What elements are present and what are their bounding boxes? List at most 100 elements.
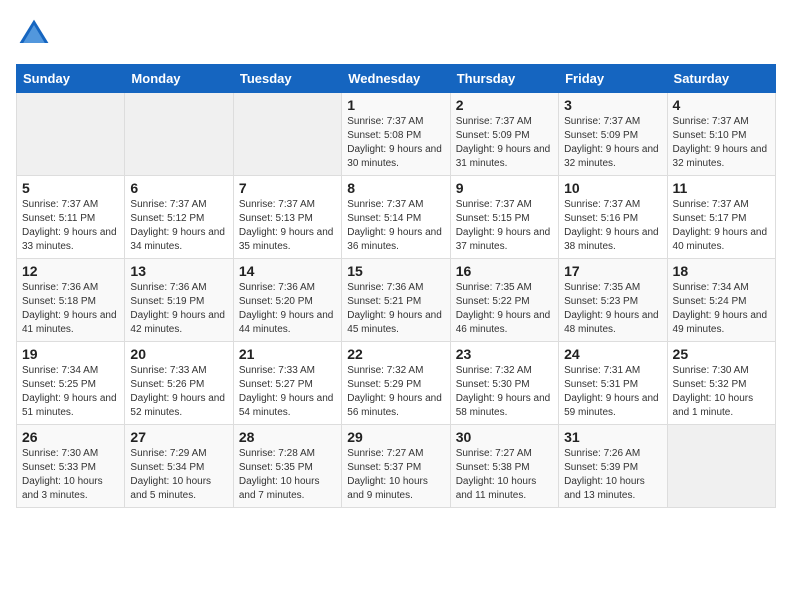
calendar-cell: 25Sunrise: 7:30 AM Sunset: 5:32 PM Dayli… [667, 342, 775, 425]
day-number: 26 [22, 429, 119, 445]
day-number: 9 [456, 180, 553, 196]
day-info: Sunrise: 7:37 AM Sunset: 5:16 PM Dayligh… [564, 198, 661, 254]
day-number: 5 [22, 180, 119, 196]
calendar-cell: 23Sunrise: 7:32 AM Sunset: 5:30 PM Dayli… [450, 342, 558, 425]
day-info: Sunrise: 7:26 AM Sunset: 5:39 PM Dayligh… [564, 447, 661, 503]
day-info: Sunrise: 7:37 AM Sunset: 5:15 PM Dayligh… [456, 198, 553, 254]
day-info: Sunrise: 7:37 AM Sunset: 5:13 PM Dayligh… [239, 198, 336, 254]
day-number: 1 [347, 97, 444, 113]
weekday-row: SundayMondayTuesdayWednesdayThursdayFrid… [17, 65, 776, 93]
day-info: Sunrise: 7:33 AM Sunset: 5:27 PM Dayligh… [239, 364, 336, 420]
calendar-cell: 31 Sunrise: 7:26 AM Sunset: 5:39 PM Dayli… [559, 425, 667, 508]
day-info: Sunrise: 7:36 AM Sunset: 5:20 PM Dayligh… [239, 281, 336, 337]
calendar-body: 1Sunrise: 7:37 AM Sunset: 5:08 PM Daylig… [17, 93, 776, 508]
day-info: Sunrise: 7:29 AM Sunset: 5:34 PM Dayligh… [130, 447, 227, 503]
calendar-cell: 28 Sunrise: 7:28 AM Sunset: 5:35 PM Dayli… [233, 425, 341, 508]
weekday-header: Tuesday [233, 65, 341, 93]
day-info: Sunrise: 7:37 AM Sunset: 5:09 PM Dayligh… [564, 115, 661, 171]
day-info: Sunrise: 7:31 AM Sunset: 5:31 PM Dayligh… [564, 364, 661, 420]
day-number: 2 [456, 97, 553, 113]
day-number: 13 [130, 263, 227, 279]
calendar-cell: 26 Sunrise: 7:30 AM Sunset: 5:33 PM Dayli… [17, 425, 125, 508]
weekday-header: Friday [559, 65, 667, 93]
day-info: Sunrise: 7:34 AM Sunset: 5:24 PM Dayligh… [673, 281, 770, 337]
day-number: 3 [564, 97, 661, 113]
calendar-cell [17, 93, 125, 176]
day-number: 31 [564, 429, 661, 445]
day-number: 24 [564, 346, 661, 362]
calendar-cell: 24 Sunrise: 7:31 AM Sunset: 5:31 PM Dayli… [559, 342, 667, 425]
calendar-week-row: 1Sunrise: 7:37 AM Sunset: 5:08 PM Daylig… [17, 93, 776, 176]
day-number: 7 [239, 180, 336, 196]
calendar-cell: 3 Sunrise: 7:37 AM Sunset: 5:09 PM Daylig… [559, 93, 667, 176]
calendar-cell: 30 Sunrise: 7:27 AM Sunset: 5:38 PM Dayli… [450, 425, 558, 508]
calendar-cell: 20 Sunrise: 7:33 AM Sunset: 5:26 PM Dayli… [125, 342, 233, 425]
day-number: 28 [239, 429, 336, 445]
calendar-week-row: 12 Sunrise: 7:36 AM Sunset: 5:18 PM Dayli… [17, 259, 776, 342]
weekday-header: Monday [125, 65, 233, 93]
day-number: 6 [130, 180, 227, 196]
calendar-cell [667, 425, 775, 508]
calendar-cell: 27Sunrise: 7:29 AM Sunset: 5:34 PM Dayli… [125, 425, 233, 508]
day-info: Sunrise: 7:35 AM Sunset: 5:22 PM Dayligh… [456, 281, 553, 337]
day-info: Sunrise: 7:30 AM Sunset: 5:33 PM Dayligh… [22, 447, 119, 503]
calendar-week-row: 5 Sunrise: 7:37 AM Sunset: 5:11 PM Daylig… [17, 176, 776, 259]
day-info: Sunrise: 7:37 AM Sunset: 5:12 PM Dayligh… [130, 198, 227, 254]
day-number: 11 [673, 180, 770, 196]
weekday-header: Sunday [17, 65, 125, 93]
day-number: 16 [456, 263, 553, 279]
calendar: SundayMondayTuesdayWednesdayThursdayFrid… [16, 64, 776, 508]
day-info: Sunrise: 7:36 AM Sunset: 5:21 PM Dayligh… [347, 281, 444, 337]
logo [16, 16, 56, 52]
day-number: 30 [456, 429, 553, 445]
calendar-cell: 18 Sunrise: 7:34 AM Sunset: 5:24 PM Dayli… [667, 259, 775, 342]
day-info: Sunrise: 7:35 AM Sunset: 5:23 PM Dayligh… [564, 281, 661, 337]
calendar-cell: 13Sunrise: 7:36 AM Sunset: 5:19 PM Dayli… [125, 259, 233, 342]
calendar-cell: 21 Sunrise: 7:33 AM Sunset: 5:27 PM Dayli… [233, 342, 341, 425]
weekday-header: Wednesday [342, 65, 450, 93]
calendar-week-row: 19 Sunrise: 7:34 AM Sunset: 5:25 PM Dayli… [17, 342, 776, 425]
day-number: 10 [564, 180, 661, 196]
day-number: 19 [22, 346, 119, 362]
day-info: Sunrise: 7:37 AM Sunset: 5:10 PM Dayligh… [673, 115, 770, 171]
day-number: 18 [673, 263, 770, 279]
day-number: 17 [564, 263, 661, 279]
calendar-cell: 16 Sunrise: 7:35 AM Sunset: 5:22 PM Dayli… [450, 259, 558, 342]
calendar-cell: 5 Sunrise: 7:37 AM Sunset: 5:11 PM Daylig… [17, 176, 125, 259]
day-number: 25 [673, 346, 770, 362]
weekday-header: Saturday [667, 65, 775, 93]
calendar-cell: 12 Sunrise: 7:36 AM Sunset: 5:18 PM Dayli… [17, 259, 125, 342]
day-info: Sunrise: 7:33 AM Sunset: 5:26 PM Dayligh… [130, 364, 227, 420]
calendar-header: SundayMondayTuesdayWednesdayThursdayFrid… [17, 65, 776, 93]
day-number: 4 [673, 97, 770, 113]
calendar-week-row: 26 Sunrise: 7:30 AM Sunset: 5:33 PM Dayli… [17, 425, 776, 508]
calendar-cell: 29 Sunrise: 7:27 AM Sunset: 5:37 PM Dayli… [342, 425, 450, 508]
day-info: Sunrise: 7:27 AM Sunset: 5:37 PM Dayligh… [347, 447, 444, 503]
calendar-cell: 11 Sunrise: 7:37 AM Sunset: 5:17 PM Dayli… [667, 176, 775, 259]
calendar-cell: 9 Sunrise: 7:37 AM Sunset: 5:15 PM Daylig… [450, 176, 558, 259]
page-header [16, 16, 776, 52]
calendar-cell [233, 93, 341, 176]
calendar-cell: 8Sunrise: 7:37 AM Sunset: 5:14 PM Daylig… [342, 176, 450, 259]
day-number: 22 [347, 346, 444, 362]
day-number: 12 [22, 263, 119, 279]
logo-icon [16, 16, 52, 52]
day-info: Sunrise: 7:37 AM Sunset: 5:11 PM Dayligh… [22, 198, 119, 254]
day-number: 29 [347, 429, 444, 445]
day-info: Sunrise: 7:37 AM Sunset: 5:14 PM Dayligh… [347, 198, 444, 254]
day-number: 21 [239, 346, 336, 362]
calendar-cell: 14 Sunrise: 7:36 AM Sunset: 5:20 PM Dayli… [233, 259, 341, 342]
weekday-header: Thursday [450, 65, 558, 93]
day-number: 20 [130, 346, 227, 362]
day-info: Sunrise: 7:36 AM Sunset: 5:18 PM Dayligh… [22, 281, 119, 337]
calendar-cell: 17 Sunrise: 7:35 AM Sunset: 5:23 PM Dayli… [559, 259, 667, 342]
day-number: 14 [239, 263, 336, 279]
calendar-cell: 6 Sunrise: 7:37 AM Sunset: 5:12 PM Daylig… [125, 176, 233, 259]
day-info: Sunrise: 7:32 AM Sunset: 5:30 PM Dayligh… [456, 364, 553, 420]
calendar-cell: 19 Sunrise: 7:34 AM Sunset: 5:25 PM Dayli… [17, 342, 125, 425]
calendar-cell: 4 Sunrise: 7:37 AM Sunset: 5:10 PM Daylig… [667, 93, 775, 176]
day-info: Sunrise: 7:34 AM Sunset: 5:25 PM Dayligh… [22, 364, 119, 420]
day-info: Sunrise: 7:28 AM Sunset: 5:35 PM Dayligh… [239, 447, 336, 503]
day-info: Sunrise: 7:27 AM Sunset: 5:38 PM Dayligh… [456, 447, 553, 503]
day-info: Sunrise: 7:37 AM Sunset: 5:17 PM Dayligh… [673, 198, 770, 254]
